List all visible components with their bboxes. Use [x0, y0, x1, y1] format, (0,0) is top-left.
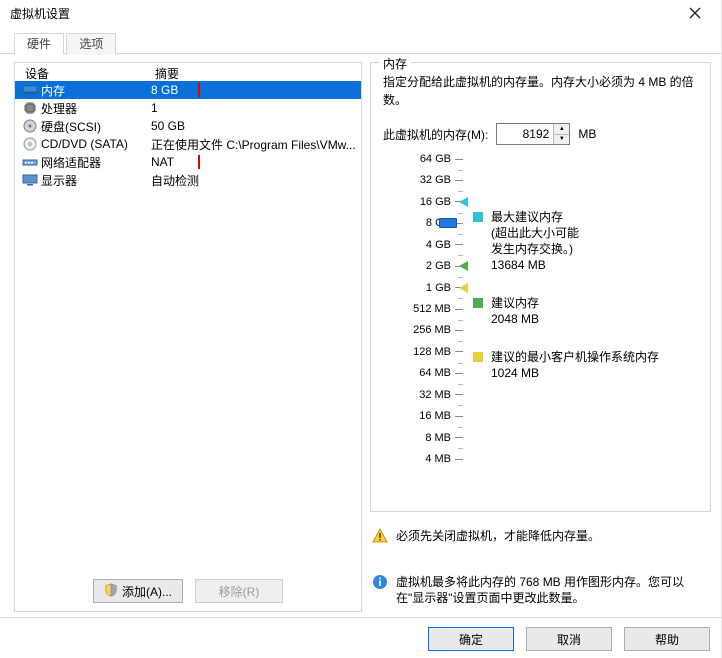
legend-rec-value: 2048 MB	[491, 311, 539, 327]
ruler-tick-label: 256 MB	[409, 324, 455, 336]
device-row-net[interactable]: 网络适配器NAT	[15, 153, 361, 171]
memory-slider-thumb[interactable]	[439, 218, 457, 228]
legend-square-cyan-icon	[473, 212, 483, 222]
network-icon	[21, 155, 39, 169]
memory-unit: MB	[578, 127, 596, 141]
legend-min-value: 1024 MB	[491, 365, 659, 381]
legend-max-value: 13684 MB	[491, 257, 579, 273]
ruler-tick-label: 1 GB	[409, 282, 455, 294]
legend-max: 最大建议内存 (超出此大小可能 发生内存交换。) 13684 MB	[473, 209, 698, 273]
memory-ruler[interactable]: 64 GB32 GB16 GB8 GB4 GB2 GB1 GB512 MB256…	[387, 159, 463, 459]
ruler-tick-label: 16 MB	[409, 410, 455, 422]
disk-icon	[21, 119, 39, 133]
remove-button-label: 移除(R)	[219, 583, 260, 600]
spinner-down-icon[interactable]: ▼	[554, 135, 569, 145]
memory-info: 虚拟机最多将此内存的 768 MB 用作图形内存。您可以在"显示器"设置页面中更…	[372, 574, 711, 606]
cpu-icon	[21, 101, 39, 115]
dialog-buttons: 确定 取消 帮助	[428, 627, 710, 651]
memory-warning: 必须先关闭虚拟机，才能降低内存量。	[372, 528, 711, 544]
ruler-tick-label: 128 MB	[409, 346, 455, 358]
info-icon	[372, 574, 388, 590]
remove-button: 移除(R)	[195, 579, 283, 603]
ruler-tick-label: 32 GB	[409, 174, 455, 186]
title-bar: 虚拟机设置	[0, 0, 721, 26]
memory-description: 指定分配给此虚拟机的内存量。内存大小必须为 4 MB 的倍数。	[383, 73, 698, 109]
add-button-label: 添加(A)...	[122, 583, 172, 600]
ok-button[interactable]: 确定	[428, 627, 514, 651]
device-summary: 1	[151, 101, 361, 115]
device-row-disk[interactable]: 硬盘(SCSI)50 GB	[15, 117, 361, 135]
ruler-tick-label: 8 MB	[409, 432, 455, 444]
ruler-tick-label: 4 GB	[409, 239, 455, 251]
memory-fieldset-title: 内存	[379, 55, 411, 72]
legend-min-title: 建议的最小客户机操作系统内存	[491, 349, 659, 365]
tab-hardware[interactable]: 硬件	[14, 33, 64, 55]
memory-panel: 内存 指定分配给此虚拟机的内存量。内存大小必须为 4 MB 的倍数。 此虚拟机的…	[370, 62, 711, 612]
device-list[interactable]: 内存8 GB处理器1硬盘(SCSI)50 GBCD/DVD (SATA)正在使用…	[15, 81, 361, 611]
shield-icon	[104, 583, 118, 600]
legend-square-yellow-icon	[473, 352, 483, 362]
memory-spinner[interactable]: ▲ ▼	[496, 123, 570, 145]
content-area: 设备 摘要 内存8 GB处理器1硬盘(SCSI)50 GBCD/DVD (SAT…	[0, 54, 721, 612]
ruler-tick-label: 2 GB	[409, 260, 455, 272]
device-name: 内存	[39, 82, 151, 99]
dialog-separator	[0, 617, 722, 618]
cancel-button[interactable]: 取消	[526, 627, 612, 651]
close-button[interactable]	[675, 3, 715, 23]
device-name: 处理器	[39, 100, 151, 117]
tab-options[interactable]: 选项	[66, 33, 116, 55]
device-name: 网络适配器	[39, 154, 151, 171]
device-summary: 8 GB	[151, 83, 361, 97]
ruler-arrow-max-icon	[459, 197, 468, 207]
ruler-tick-label: 16 GB	[409, 196, 455, 208]
device-name: CD/DVD (SATA)	[39, 137, 151, 151]
ruler-tick-label: 64 GB	[409, 153, 455, 165]
device-list-panel: 设备 摘要 内存8 GB处理器1硬盘(SCSI)50 GBCD/DVD (SAT…	[14, 62, 362, 612]
ruler-arrow-min-icon	[459, 283, 468, 293]
ruler-tick-label: 4 MB	[409, 453, 455, 465]
help-button[interactable]: 帮助	[624, 627, 710, 651]
display-icon	[21, 173, 39, 187]
device-row-cpu[interactable]: 处理器1	[15, 99, 361, 117]
device-name: 硬盘(SCSI)	[39, 118, 151, 135]
legend-max-title: 最大建议内存	[491, 209, 579, 225]
legend-max-note2: 发生内存交换。)	[491, 241, 579, 257]
device-list-header: 设备 摘要	[15, 63, 361, 81]
device-summary: NAT	[151, 155, 361, 169]
device-summary: 自动检测	[151, 172, 361, 189]
legend-min: 建议的最小客户机操作系统内存 1024 MB	[473, 349, 698, 381]
warning-icon	[372, 528, 388, 544]
device-row-cddvd[interactable]: CD/DVD (SATA)正在使用文件 C:\Program Files\VMw…	[15, 135, 361, 153]
memory-icon	[21, 83, 39, 97]
device-name: 显示器	[39, 172, 151, 189]
ruler-arrow-rec-icon	[459, 261, 468, 271]
legend-rec: 建议内存 2048 MB	[473, 295, 698, 327]
device-summary: 正在使用文件 C:\Program Files\VMw...	[151, 136, 361, 153]
spinner-up-icon[interactable]: ▲	[554, 124, 569, 135]
col-summary: 摘要	[155, 65, 361, 82]
add-button[interactable]: 添加(A)...	[93, 579, 183, 603]
memory-warning-text: 必须先关闭虚拟机，才能降低内存量。	[396, 528, 600, 544]
ruler-tick-label: 64 MB	[409, 367, 455, 379]
device-row-memory[interactable]: 内存8 GB	[15, 81, 361, 99]
memory-info-text: 虚拟机最多将此内存的 768 MB 用作图形内存。您可以在"显示器"设置页面中更…	[396, 574, 711, 606]
ruler-tick-label: 512 MB	[409, 303, 455, 315]
legend-max-note1: (超出此大小可能	[491, 225, 579, 241]
memory-input[interactable]	[497, 124, 553, 144]
device-summary: 50 GB	[151, 119, 361, 133]
legend-rec-title: 建议内存	[491, 295, 539, 311]
window-title: 虚拟机设置	[6, 5, 675, 22]
tab-strip: 硬件 选项	[0, 32, 721, 54]
cddvd-icon	[21, 137, 39, 151]
device-row-display[interactable]: 显示器自动检测	[15, 171, 361, 189]
close-icon	[687, 5, 703, 21]
memory-input-label: 此虚拟机的内存(M):	[383, 126, 488, 143]
legend-square-green-icon	[473, 298, 483, 308]
ruler-tick-label: 32 MB	[409, 389, 455, 401]
col-device: 设备	[25, 65, 155, 82]
